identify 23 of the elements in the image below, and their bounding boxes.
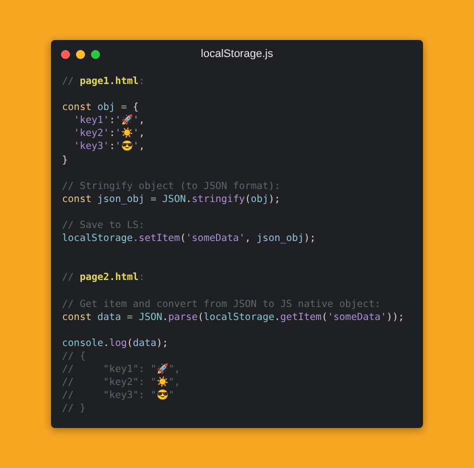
code-line: // page1.html: [62, 75, 145, 88]
code-comment: // "key1": "🚀", [62, 363, 180, 376]
code-comment: // Stringify object (to JSON format): [62, 180, 280, 193]
code-comment: // "key2": "☀", [62, 376, 180, 390]
code-line: 'key1':'🚀', [72, 114, 145, 127]
code-comment: // "key3": "😎" [62, 389, 174, 402]
code-line: 'key3':'😎', [72, 140, 145, 154]
code-line: const json_obj = JSON.stringify(obj); [62, 192, 280, 206]
maximize-icon[interactable] [91, 50, 100, 58]
code-line: } [62, 154, 68, 167]
code-comment: // { [62, 350, 86, 364]
code-line: // page2.html: [62, 271, 145, 284]
code-comment: // Save to LS: [62, 219, 145, 232]
code-line: const data = JSON.parse(localStorage.getItem('someData')); [62, 310, 404, 324]
code-comment: // } [62, 402, 86, 416]
code-line: const obj = { [62, 101, 139, 114]
close-icon[interactable] [61, 50, 70, 58]
window-title: localStorage.js [200, 48, 274, 60]
code-line: localStorage.setItem('someData', json_obj); [62, 232, 316, 246]
minimize-icon[interactable] [76, 50, 85, 58]
code-line: 'key2':'☀', [72, 127, 145, 140]
code-comment: // Get item and convert from JSON to JS native object: [62, 298, 381, 311]
code-line: console.log(data); [62, 336, 168, 350]
